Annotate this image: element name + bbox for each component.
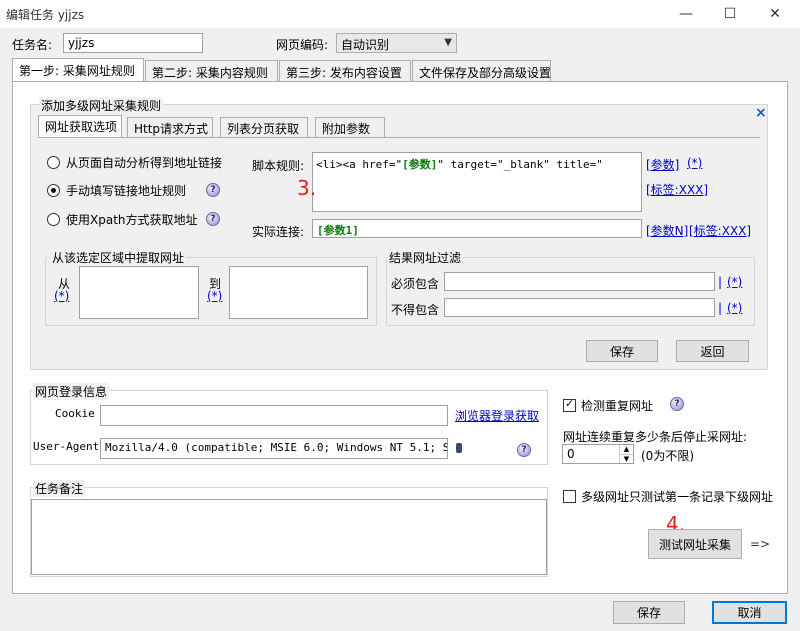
- insert-paramN-link[interactable]: [参数N]: [646, 222, 688, 239]
- insert-param-link[interactable]: [参数]: [646, 156, 679, 173]
- must-not-contain-wildcard-link[interactable]: (*): [727, 301, 742, 315]
- help-icon[interactable]: ?: [670, 397, 684, 411]
- tab-file-save[interactable]: 文件保存及部分高级设置: [412, 60, 551, 81]
- script-prefix: <li><a href=": [316, 158, 403, 171]
- rule-save-button[interactable]: 保存: [586, 340, 658, 362]
- url-filter-group: 结果网址过滤 必须包含 | (*) 不得包含 | (*): [386, 249, 755, 326]
- subtab-extra-params[interactable]: 附加参数: [315, 117, 385, 137]
- rule-panel-title: 添加多级网址采集规则: [39, 97, 164, 114]
- login-info-title: 网页登录信息: [33, 383, 110, 400]
- task-name-input[interactable]: yjjzs: [63, 33, 203, 53]
- dropdown-handle-icon[interactable]: [456, 443, 462, 453]
- must-contain-input[interactable]: [444, 272, 715, 291]
- option-xpath[interactable]: 使用Xpath方式获取地址: [47, 211, 198, 228]
- browser-login-link[interactable]: 浏览器登录获取: [455, 407, 539, 424]
- insert-tag-link[interactable]: [标签:XXX]: [646, 181, 708, 198]
- extract-from-wildcard-link[interactable]: (*): [54, 289, 69, 303]
- close-icon[interactable]: ×: [755, 105, 767, 121]
- script-rule-label: 脚本规则:: [252, 159, 305, 173]
- encoding-value: 自动识别: [341, 38, 390, 52]
- must-contain-wildcard-link[interactable]: (*): [727, 275, 742, 289]
- title-bar: 编辑任务 yjjzs — ☐ ✕: [0, 0, 800, 28]
- stop-after-label: 网址连续重复多少条后停止采网址:: [563, 430, 748, 444]
- option-manual-rule-label: 手动填写链接地址规则: [66, 184, 187, 198]
- test-url-collect-button[interactable]: 测试网址采集: [648, 529, 742, 559]
- cookie-input[interactable]: [100, 405, 448, 426]
- option-auto-analyze[interactable]: 从页面自动分析得到地址链接: [47, 154, 222, 171]
- radio-xpath[interactable]: [47, 213, 60, 226]
- tab-step1[interactable]: 第一步: 采集网址规则: [12, 58, 144, 81]
- radio-auto-analyze[interactable]: [47, 156, 60, 169]
- stop-after-input[interactable]: 0 ▲ ▼: [562, 444, 634, 464]
- task-notes-textarea[interactable]: [31, 499, 547, 575]
- user-agent-input[interactable]: Mozilla/4.0 (compatible; MSIE 6.0; Windo…: [100, 438, 448, 459]
- next-arrow: =>: [750, 537, 771, 551]
- subtab-url-options[interactable]: 网址获取选项: [38, 115, 122, 137]
- insert-tag-link-2[interactable]: [标签:XXX]: [689, 222, 751, 239]
- encoding-select[interactable]: 自动识别 ▼: [336, 33, 457, 53]
- login-info-group: 网页登录信息 Cookie 浏览器登录获取 User-Agent Mozilla…: [30, 383, 548, 465]
- encoding-label: 网页编码:: [276, 38, 329, 52]
- option-xpath-label: 使用Xpath方式获取地址: [66, 213, 198, 227]
- check-duplicate-label: 检测重复网址: [581, 399, 654, 413]
- annotation-marker-3: 3.: [297, 176, 317, 200]
- url-filter-title: 结果网址过滤: [387, 249, 464, 266]
- window-title: 编辑任务 yjjzs: [6, 8, 85, 22]
- cookie-label: Cookie: [55, 407, 95, 420]
- insert-wildcard-link[interactable]: (*): [687, 156, 702, 170]
- radio-manual-rule[interactable]: [47, 184, 60, 197]
- subtab-http-request[interactable]: Http请求方式: [127, 117, 213, 137]
- option-manual-rule[interactable]: 手动填写链接地址规则: [47, 182, 186, 199]
- script-rule-textarea[interactable]: <li><a href="[参数]" target="_blank" title…: [312, 152, 642, 212]
- check-duplicate-option[interactable]: 检测重复网址: [563, 397, 653, 414]
- footer-cancel-button[interactable]: 取消: [712, 601, 787, 624]
- stop-after-hint: (0为不限): [641, 449, 694, 463]
- multi-level-test-label: 多级网址只测试第一条记录下级网址: [581, 490, 774, 504]
- close-window-button[interactable]: ✕: [753, 0, 797, 28]
- footer-save-button[interactable]: 保存: [613, 601, 685, 624]
- tab-step3[interactable]: 第三步: 发布内容设置: [279, 60, 411, 81]
- spin-up-icon[interactable]: ▲: [619, 445, 633, 454]
- extract-region-group: 从该选定区域中提取网址 从 (*) 到 (*): [45, 249, 377, 326]
- check-duplicate-checkbox[interactable]: [563, 397, 576, 412]
- extract-region-title: 从该选定区域中提取网址: [50, 249, 187, 266]
- stop-after-value: 0: [567, 447, 575, 461]
- option-auto-analyze-label: 从页面自动分析得到地址链接: [66, 156, 223, 170]
- must-not-contain-input[interactable]: [444, 298, 715, 317]
- script-param: [参数]: [402, 158, 438, 171]
- must-not-contain-label: 不得包含: [391, 303, 440, 317]
- task-notes-title: 任务备注: [33, 480, 86, 497]
- must-not-contain-sep: |: [718, 301, 723, 315]
- main-tabs: 第一步: 采集网址规则 第二步: 采集内容规则 第三步: 发布内容设置 文件保存…: [12, 58, 792, 82]
- subtab-list-paging[interactable]: 列表分页获取: [220, 117, 308, 137]
- task-notes-group: 任务备注: [30, 480, 548, 577]
- help-icon[interactable]: ?: [206, 183, 220, 197]
- multi-level-test-checkbox[interactable]: [563, 490, 576, 503]
- must-contain-sep: |: [718, 275, 723, 289]
- maximize-button[interactable]: ☐: [708, 0, 752, 28]
- task-name-label: 任务名:: [12, 38, 53, 52]
- chevron-down-icon: ▼: [444, 37, 452, 48]
- rule-back-button[interactable]: 返回: [676, 340, 749, 362]
- user-agent-label: User-Agent: [33, 440, 100, 453]
- multi-level-test-option[interactable]: 多级网址只测试第一条记录下级网址: [563, 488, 773, 505]
- rule-panel: 添加多级网址采集规则 × 网址获取选项 Http请求方式 列表分页获取 附加参数…: [30, 97, 768, 370]
- help-icon[interactable]: ?: [517, 443, 531, 457]
- script-suffix: " target="_blank" title=": [437, 158, 603, 171]
- must-contain-label: 必须包含: [391, 277, 440, 291]
- help-icon[interactable]: ?: [206, 212, 220, 226]
- minimize-button[interactable]: —: [664, 0, 708, 28]
- tab-step2[interactable]: 第二步: 采集内容规则: [145, 60, 278, 81]
- extract-from-textarea[interactable]: [79, 266, 199, 319]
- extract-to-wildcard-link[interactable]: (*): [207, 289, 222, 303]
- actual-link-label: 实际连接:: [252, 225, 305, 239]
- subtab-divider: [38, 137, 760, 138]
- spin-down-icon[interactable]: ▼: [619, 454, 633, 463]
- extract-to-textarea[interactable]: [229, 266, 368, 319]
- actual-link-input[interactable]: [参数1]: [312, 219, 642, 238]
